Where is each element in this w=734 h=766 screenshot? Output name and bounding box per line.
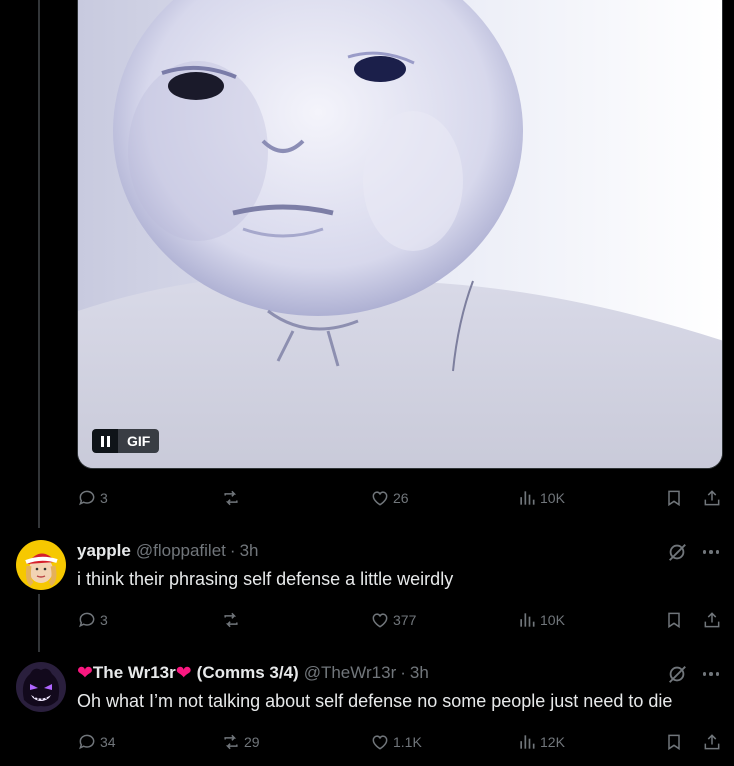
like-button[interactable]: 26 [370,486,409,510]
views-count: 10K [540,490,565,506]
gif-frame-image [78,0,722,468]
repost-button[interactable] [221,608,244,632]
reply-button[interactable]: 3 [77,608,108,632]
handle[interactable]: @floppafilet [136,541,226,561]
more-icon[interactable] [700,663,722,685]
thread-line-top [38,0,40,528]
like-icon [372,613,388,628]
share-button[interactable] [702,608,722,632]
thread-line-middle [38,594,40,652]
bookmark-icon [668,734,680,751]
share-icon [704,490,720,506]
avatar-yapple[interactable] [16,540,66,590]
timestamp[interactable]: 3h [240,541,259,561]
bookmark-button[interactable] [664,608,684,632]
share-icon [704,734,720,750]
views-button[interactable]: 10K [517,486,565,510]
views-icon [520,735,535,749]
repost-button[interactable]: 29 [221,730,260,754]
bookmark-button[interactable] [664,730,684,754]
action-bar-tweet-1: 3 377 10K [77,608,724,632]
like-count: 1.1K [393,734,422,750]
more-icon[interactable] [700,541,722,563]
tweet-header: ❤ The Wr13r ❤ (Comms 3/4) @TheWr13r · 3h [77,663,429,683]
share-button[interactable] [702,486,722,510]
repost-icon [224,734,238,750]
repost-count: 29 [244,734,260,750]
avatar-image [16,662,66,712]
share-icon [704,612,720,628]
views-count: 12K [540,734,565,750]
like-icon [372,491,388,506]
like-button[interactable]: 1.1K [370,730,422,754]
action-bar-tweet-2: 34 29 1.1K 12K [77,730,724,754]
reply-count: 3 [100,612,108,628]
repost-icon [224,490,238,506]
heart-emoji: ❤ [77,662,93,684]
reply-icon [79,490,95,506]
timestamp[interactable]: 3h [410,663,429,683]
bookmark-icon [668,490,680,507]
handle[interactable]: @TheWr13r [304,663,397,683]
gif-badge: GIF [118,429,160,453]
avatar-thewr13r[interactable] [16,662,66,712]
reply-icon [79,734,95,750]
pause-button[interactable] [92,429,118,453]
tweet-text: Oh what I’m not talking about self defen… [77,691,673,711]
reply-button[interactable]: 3 [77,486,108,510]
views-button[interactable]: 10K [517,608,565,632]
like-icon [372,735,388,750]
heart-emoji: ❤ [175,662,192,684]
bookmark-icon [668,612,680,629]
action-bar-media-post: 3 26 10K [77,486,724,510]
views-icon [520,613,535,627]
reply-icon [79,612,95,628]
views-count: 10K [540,612,565,628]
tweet-text: i think their phrasing self defense a li… [77,569,454,589]
repost-button[interactable] [221,486,244,510]
avatar-image [16,540,66,590]
reply-count: 3 [100,490,108,506]
share-button[interactable] [702,730,722,754]
gif-controls: GIF [92,429,160,453]
reply-button[interactable]: 34 [77,730,116,754]
like-count: 26 [393,490,409,506]
repost-icon [224,612,238,628]
grok-icon[interactable] [666,663,688,685]
reply-count: 34 [100,734,116,750]
display-name[interactable]: yapple [77,541,131,561]
views-button[interactable]: 12K [517,730,565,754]
separator-dot: · [400,663,406,682]
display-name[interactable]: The Wr13r [93,663,176,683]
separator-dot: · [229,541,236,560]
like-count: 377 [393,612,417,628]
gif-media[interactable]: GIF [77,0,723,469]
like-button[interactable]: 377 [370,608,416,632]
display-name-suffix[interactable]: (Comms 3/4) [197,663,299,683]
grok-icon[interactable] [666,541,688,563]
pause-icon [100,435,104,447]
bookmark-button[interactable] [664,486,684,510]
tweet-header: yapple @floppafilet · 3h [77,541,258,561]
views-icon [520,491,535,505]
